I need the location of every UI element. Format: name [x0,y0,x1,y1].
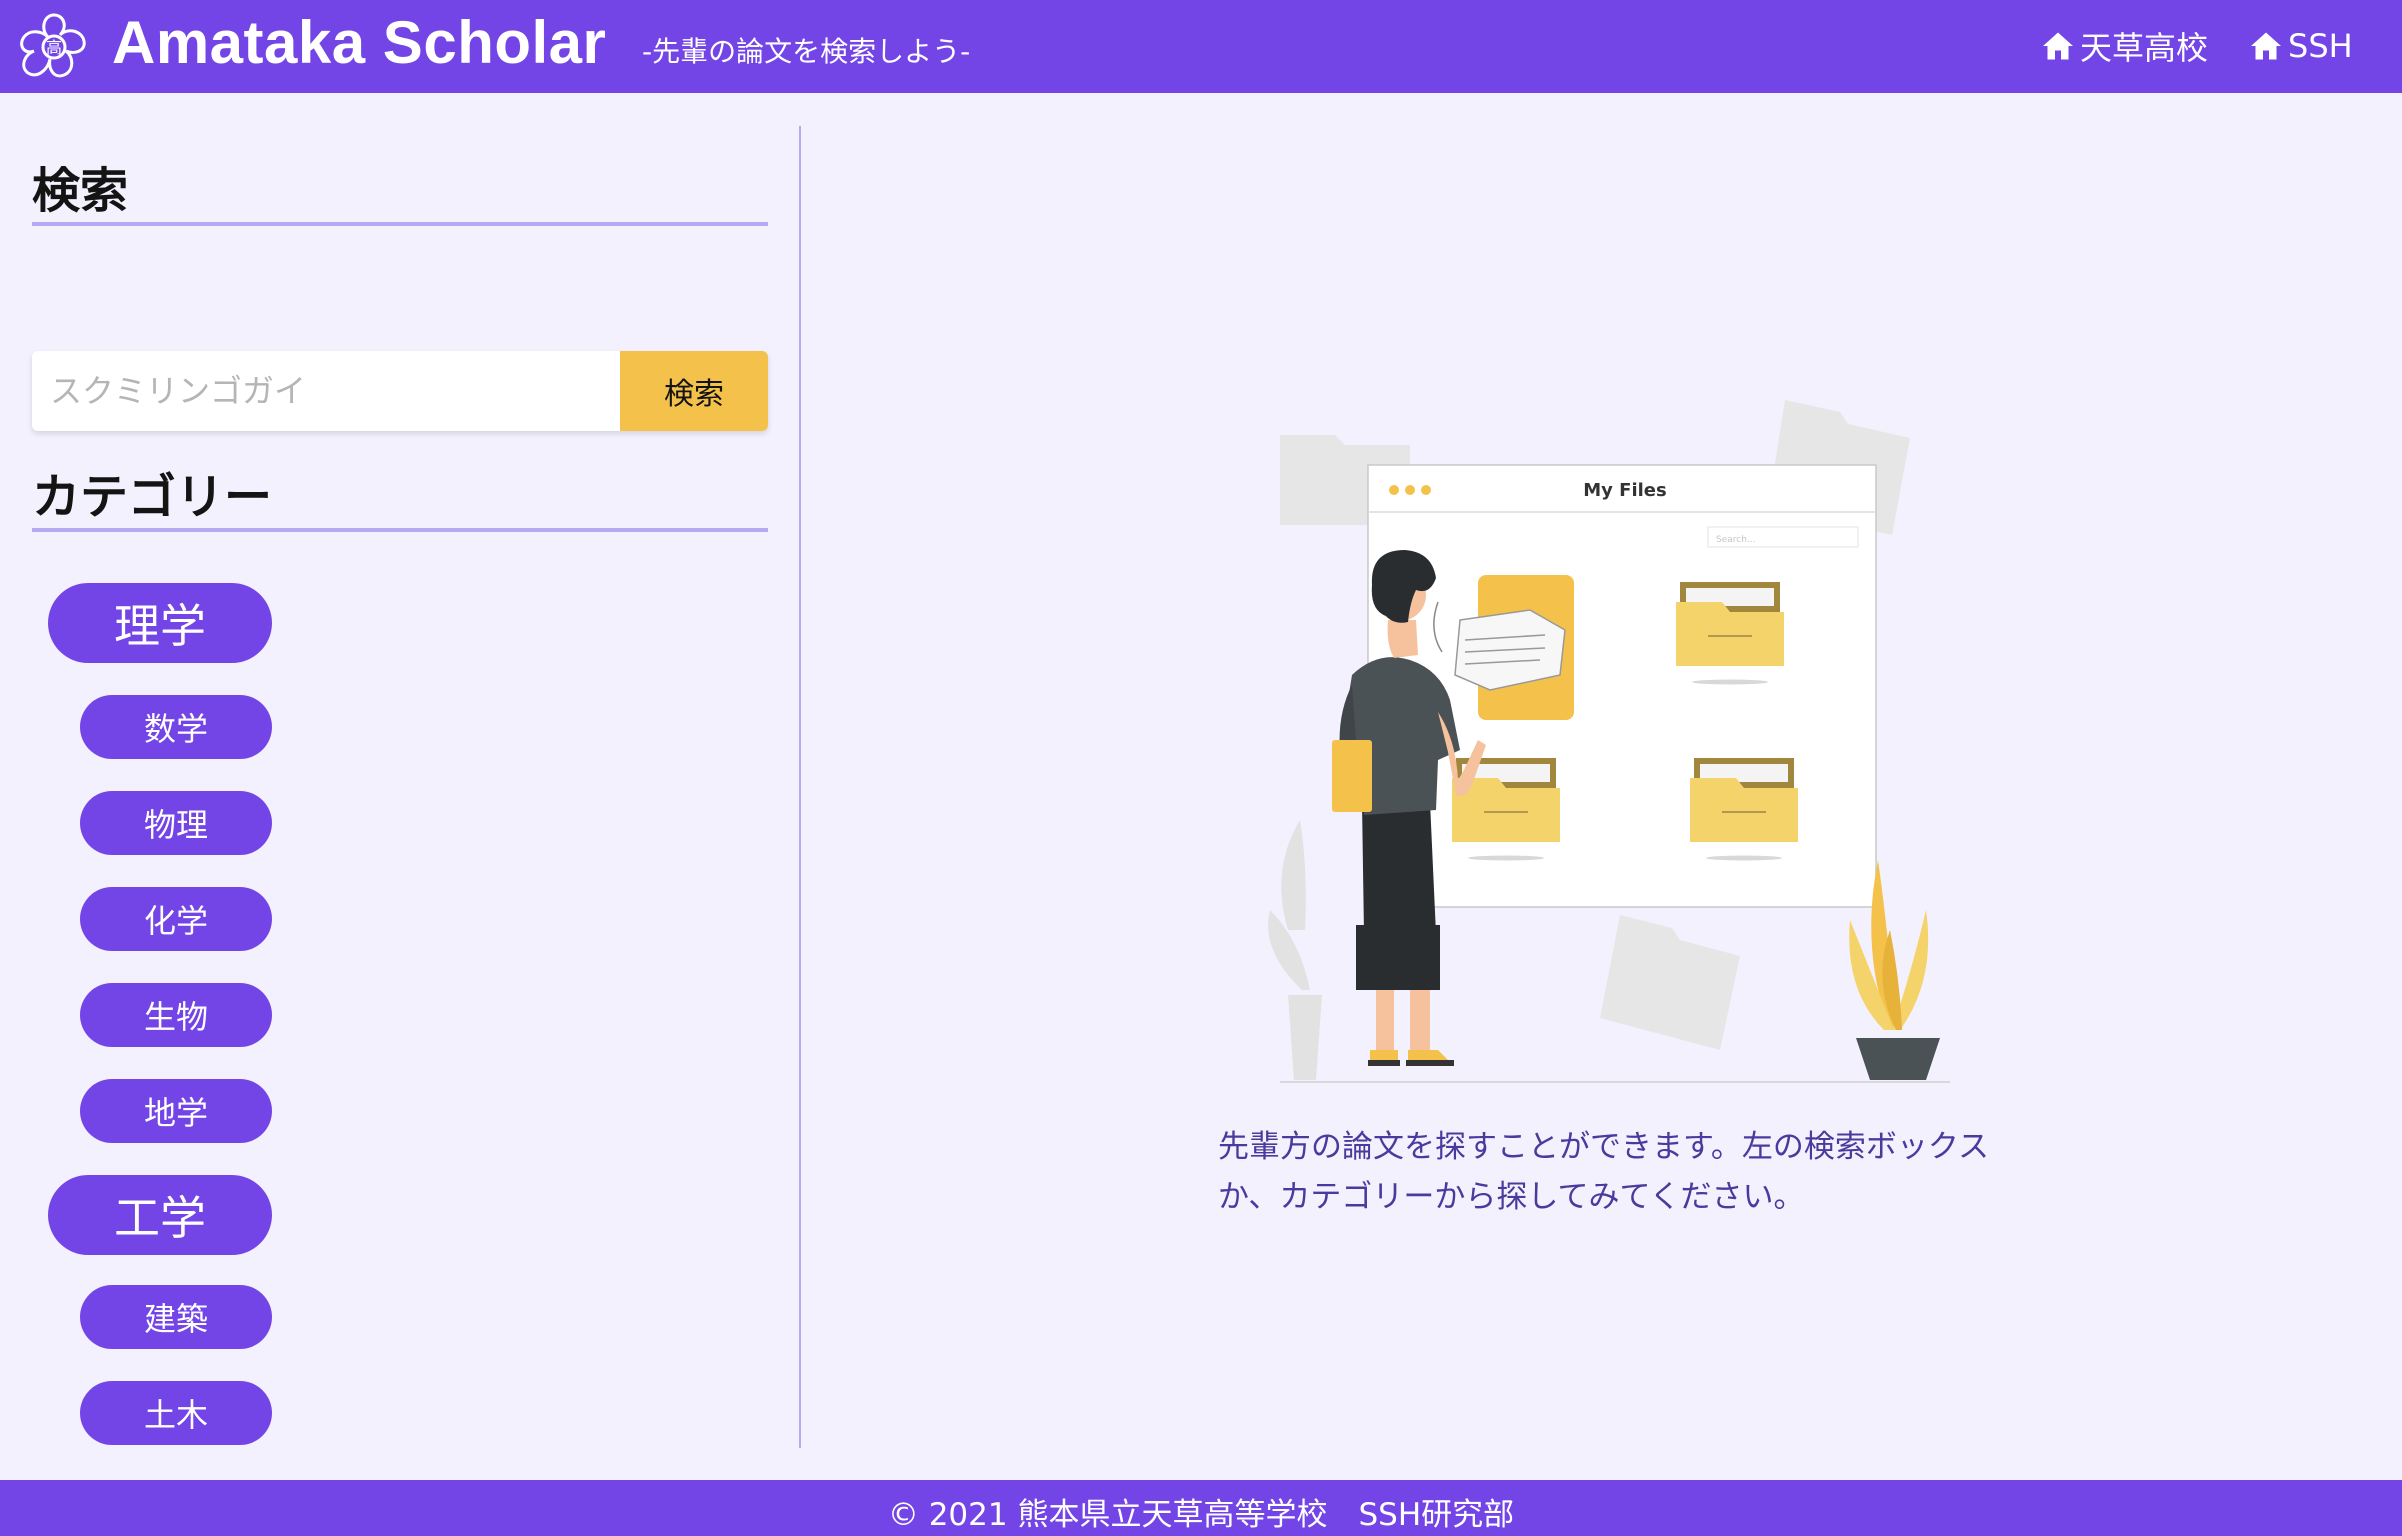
search-form: 検索 [32,351,768,431]
nav-link-ssh[interactable]: SSH [2248,24,2353,68]
top-header: 高 Amataka Scholar -先輩の論文を検索しよう- 天草高校 SSH [0,0,2402,93]
home-icon [2251,32,2281,60]
category-math[interactable]: 数学 [80,695,272,759]
home-icon [2043,32,2073,60]
search-input[interactable] [32,351,620,431]
svg-text:高: 高 [46,38,62,57]
category-earth-science[interactable]: 地学 [80,1079,272,1143]
sidebar-divider [799,126,801,1448]
nav-link-school[interactable]: 天草高校 [2040,24,2208,68]
app-title[interactable]: Amataka Scholar [112,8,606,78]
category-section-title: カテゴリー [32,469,273,525]
category-engineering[interactable]: 工学 [48,1175,272,1255]
search-section-rule [32,222,768,226]
category-section-rule [32,528,768,532]
search-button[interactable]: 検索 [620,351,768,431]
window-title: My Files [1583,480,1666,501]
category-chemistry[interactable]: 化学 [80,887,272,951]
school-crest-icon[interactable]: 高 [16,9,92,85]
my-files-window: My Files Search... [1367,464,1877,908]
footer: © 2021 熊本県立天草高等学校 SSH研究部 [0,1480,2402,1536]
category-architecture[interactable]: 建築 [80,1285,272,1349]
main-description: 先輩方の論文を探すことができます。左の検索ボックスか、カテゴリーから探してみてく… [1218,1129,1989,1215]
footer-copyright: © 2021 熊本県立天草高等学校 SSH研究部 [887,1496,1515,1533]
nav-link-label: 天草高校 [2080,29,2209,67]
nav-link-label: SSH [2288,27,2353,65]
category-civil-engineering[interactable]: 土木 [80,1381,272,1445]
app-tagline: -先輩の論文を検索しよう- [642,35,971,68]
category-physics[interactable]: 物理 [80,791,272,855]
search-section-title: 検索 [32,163,129,219]
category-biology[interactable]: 生物 [80,983,272,1047]
category-science[interactable]: 理学 [48,583,272,663]
window-search-hint: Search... [1716,535,1756,545]
sidebar: 検索 検索 カテゴリー 理学 数学 物理 化学 生物 地学 工学 建築 土木 [0,93,800,1480]
plant-decoration [1268,820,1322,1080]
files-illustration: My Files Search... [1268,400,1950,1083]
